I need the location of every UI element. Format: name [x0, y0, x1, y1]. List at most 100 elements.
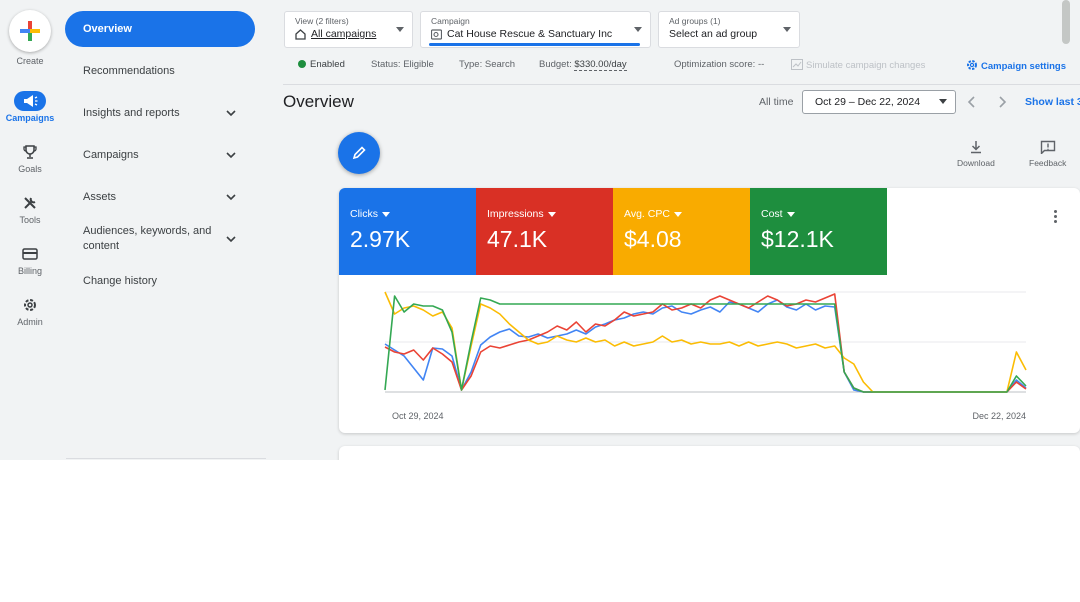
metric-label: Impressions — [487, 208, 544, 220]
nav-item-campaigns[interactable]: Campaigns — [65, 137, 255, 173]
metric-tile-impressions[interactable]: Impressions 47.1K — [476, 188, 613, 275]
nav-item-recommendations[interactable]: Recommendations — [65, 53, 255, 89]
caret-down-icon — [786, 211, 795, 217]
campaign-picker[interactable]: Campaign Cat House Rescue & Sanctuary In… — [420, 11, 651, 48]
chevron-down-icon — [226, 194, 236, 201]
gear-icon — [14, 295, 46, 315]
campaigns-megaphone-icon — [14, 91, 46, 111]
rail-label-admin: Admin — [17, 317, 43, 327]
metric-tile-cost[interactable]: Cost $12.1K — [750, 188, 887, 275]
home-icon — [295, 28, 306, 40]
nav-item-insights-and-reports[interactable]: Insights and reports — [65, 95, 255, 131]
settings-gear-icon — [967, 60, 977, 70]
next-period-icon[interactable] — [996, 95, 1008, 109]
tools-icon — [14, 193, 46, 213]
side-nav: Overview Recommendations Insights and re… — [62, 0, 266, 460]
credit-card-icon — [14, 244, 46, 264]
pencil-icon — [352, 146, 366, 160]
nav-divider — [66, 458, 266, 459]
metric-value: 47.1K — [487, 226, 548, 252]
view-picker[interactable]: View (2 filters) All campaigns — [284, 11, 413, 48]
campaign-settings-link[interactable]: Campaign settings — [966, 59, 1066, 72]
create-button[interactable] — [9, 10, 51, 52]
feedback-button[interactable]: Feedback — [1029, 140, 1066, 168]
show-last-link[interactable]: Show last 3 — [1025, 96, 1080, 108]
caret-down-icon — [382, 211, 390, 217]
caret-down-icon — [634, 27, 642, 32]
ad-group-picker-caption: Ad groups (1) — [669, 16, 721, 26]
nav-label: Campaigns — [83, 149, 139, 161]
ad-group-picker[interactable]: Ad groups (1) Select an ad group — [658, 11, 800, 48]
previous-period-icon[interactable] — [966, 95, 978, 109]
date-range-value: Oct 29 – Dec 22, 2024 — [815, 96, 921, 108]
nav-label: Overview — [83, 23, 132, 35]
performance-card: Clicks 2.97K Impressions 47.1K Avg. CPC … — [339, 188, 1080, 433]
enabled-dot-icon — [298, 60, 306, 68]
date-range-select[interactable]: Oct 29 – Dec 22, 2024 — [802, 90, 956, 114]
feedback-icon — [1040, 140, 1055, 154]
feedback-label: Feedback — [1029, 158, 1067, 168]
rail-item-billing[interactable]: Billing — [0, 244, 60, 276]
rail-item-tools[interactable]: Tools — [0, 193, 60, 225]
metric-label: Cost — [761, 208, 783, 220]
caret-down-icon — [547, 211, 556, 217]
metric-value: $4.08 — [624, 226, 682, 252]
nav-label: Change history — [83, 275, 157, 287]
x-axis-start-label: Oct 29, 2024 — [392, 411, 444, 421]
nav-label: Recommendations — [83, 65, 175, 77]
campaign-picker-value: Cat House Rescue & Sanctuary Inc — [447, 28, 613, 40]
nav-label: Assets — [83, 191, 117, 203]
metric-label: Clicks — [350, 208, 378, 220]
trophy-icon — [14, 142, 46, 162]
chevron-down-icon — [226, 110, 236, 117]
caret-down-icon — [783, 27, 791, 32]
google-ads-app: Create Campaigns Goals Tools Billing Adm… — [0, 0, 1080, 460]
download-label: Download — [957, 158, 995, 168]
header-divider — [283, 84, 1080, 85]
rail-item-campaigns[interactable]: Campaigns — [0, 91, 60, 123]
search-campaign-icon — [431, 28, 442, 40]
edit-fab-button[interactable] — [338, 132, 380, 174]
optimization-score: Optimization score: -- — [674, 59, 765, 70]
date-range-label: All time — [759, 96, 794, 108]
rail-item-admin[interactable]: Admin — [0, 295, 60, 327]
eligibility-status: Status: Eligible — [371, 59, 434, 70]
campaign-picker-underline — [429, 43, 640, 46]
simulate-icon — [791, 59, 803, 70]
rail-label-campaigns: Campaigns — [5, 113, 55, 123]
campaign-picker-caption: Campaign — [431, 16, 470, 26]
rail-label-billing: Billing — [17, 266, 42, 276]
metric-tile-clicks[interactable]: Clicks 2.97K — [339, 188, 476, 275]
nav-label: Audiences, keywords, and content — [83, 225, 212, 252]
caret-down-icon — [939, 99, 947, 104]
nav-item-overview[interactable]: Overview — [65, 11, 255, 47]
caret-down-icon — [673, 211, 682, 217]
enabled-status: Enabled — [298, 59, 345, 70]
series-line-clicks — [384, 299, 1027, 393]
view-picker-value: All campaigns — [311, 28, 377, 40]
campaign-type: Type: Search — [459, 59, 515, 70]
metric-tile-avg-cpc[interactable]: Avg. CPC $4.08 — [613, 188, 750, 275]
download-button[interactable]: Download — [957, 140, 995, 168]
x-axis-end-label: Dec 22, 2024 — [972, 411, 1026, 421]
more-options-icon[interactable] — [1047, 206, 1063, 226]
view-picker-caption: View (2 filters) — [295, 16, 349, 26]
download-icon — [970, 141, 981, 154]
left-rail: Create Campaigns Goals Tools Billing Adm… — [0, 0, 60, 460]
nav-item-change-history[interactable]: Change history — [65, 263, 255, 299]
ad-group-picker-value: Select an ad group — [669, 28, 758, 40]
next-card — [339, 446, 1080, 460]
rail-label-goals: Goals — [18, 164, 42, 174]
budget[interactable]: Budget: $330.00/day — [539, 59, 627, 71]
rail-label-tools: Tools — [19, 215, 41, 225]
metric-value: $12.1K — [761, 226, 834, 252]
nav-item-audiences-keywords-content[interactable]: Audiences, keywords, and content — [65, 221, 255, 257]
chevron-down-icon — [226, 152, 236, 159]
metric-label: Avg. CPC — [624, 208, 670, 220]
nav-item-assets[interactable]: Assets — [65, 179, 255, 215]
plus-icon — [20, 21, 40, 41]
rail-item-goals[interactable]: Goals — [0, 142, 60, 174]
simulate-campaign-changes: Simulate campaign changes — [791, 59, 925, 71]
performance-line-chart: Oct 29, 2024 Dec 22, 2024 — [384, 291, 1027, 421]
page-scrollbar[interactable] — [1062, 0, 1070, 44]
